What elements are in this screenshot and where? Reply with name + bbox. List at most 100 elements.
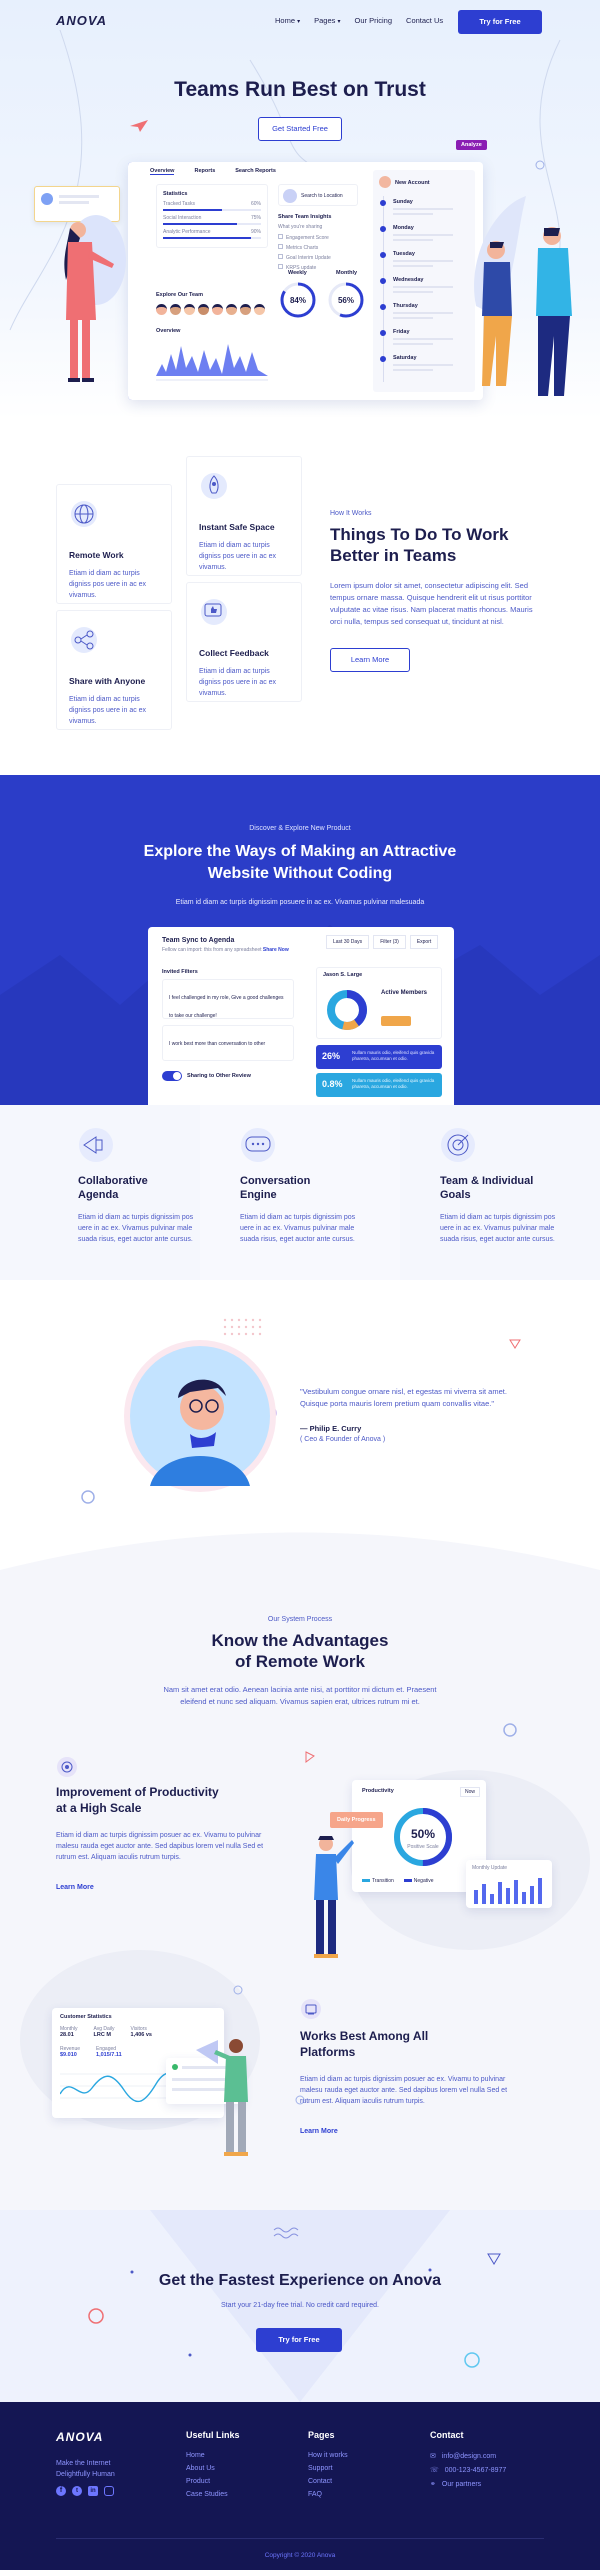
team-avatar[interactable] <box>184 304 195 315</box>
feature-title-line: Goals <box>440 1189 471 1201</box>
monthly-percent: 56% <box>338 296 354 305</box>
feature-text: Etiam id diam ac turpis dignissim pos ue… <box>78 1214 194 1243</box>
footer-logo[interactable]: ANOVA <box>56 2430 103 2444</box>
footer-tagline: Make the Internet Delightfully Human <box>56 2458 115 2480</box>
footer-phone[interactable]: ☏ 000-123-4567-8977 <box>430 2466 506 2474</box>
productivity-ring-chart: 50% Positive Scale <box>394 1808 452 1866</box>
feature-card-share: Share with Anyone Etiam id diam ac turpi… <box>56 610 172 730</box>
footer-email[interactable]: ✉ info@design.com <box>430 2452 506 2460</box>
analyze-badge: Analyze <box>456 140 487 150</box>
stat-card: 0.8% Nullam mauris odio, eleifend quis g… <box>316 1073 442 1097</box>
instagram-icon[interactable] <box>104 2486 114 2496</box>
testimonial-section: "Vestibulum congue ornare nisl, et egest… <box>0 1280 600 1530</box>
day-label: Friday <box>393 329 410 335</box>
paper-plane-icon <box>130 120 148 132</box>
tab-search-reports[interactable]: Search Reports <box>235 168 276 175</box>
stat-card: 26% Nullam mauris odio, eleifend quis gr… <box>316 1045 442 1069</box>
cta-try-free-button[interactable]: Try for Free <box>256 2328 342 2352</box>
placeholder-line <box>393 364 453 366</box>
footer-link-about[interactable]: About Us <box>186 2465 240 2472</box>
explore-title: Explore the Ways of Making an Attractive… <box>0 841 600 885</box>
share-item[interactable]: Metrics Charts <box>278 244 331 251</box>
placeholder-line <box>393 208 453 210</box>
members-cta-button[interactable] <box>381 1016 411 1026</box>
explore-title-line: Website Without Coding <box>207 865 393 882</box>
tab-reports[interactable]: Reports <box>194 168 215 175</box>
note-text: I feel challenged in my role, Give a goo… <box>169 995 284 1019</box>
search-location-widget[interactable]: Search to Location <box>278 184 358 206</box>
legend-item: Negative <box>403 1878 434 1884</box>
share-item[interactable]: Goal Interim Update <box>278 254 331 261</box>
team-avatar[interactable] <box>198 304 209 315</box>
export-button[interactable]: Export <box>409 935 439 949</box>
advantages-subtitle: Nam sit amet erat odio. Aenean lacinia a… <box>163 1685 437 1706</box>
feature-card-remote-work: Remote Work Etiam id diam ac turpis dign… <box>56 484 172 604</box>
footer-link-faq[interactable]: FAQ <box>308 2491 348 2498</box>
progress-fill <box>163 209 222 211</box>
mail-icon: ✉ <box>430 2453 436 2460</box>
footer-partners[interactable]: ⚭ Our partners <box>430 2480 506 2488</box>
footer-pages: Pages How it works Support Contact FAQ <box>308 2430 348 2504</box>
team-avatar[interactable] <box>226 304 237 315</box>
productivity-percent: 50% <box>411 1827 435 1841</box>
get-started-button[interactable]: Get Started Free <box>258 117 342 141</box>
productivity-icon <box>57 1757 77 1777</box>
note-card[interactable]: I work best more than conversation to ot… <box>162 1025 294 1061</box>
footer-column-title: Useful Links <box>186 2430 240 2440</box>
day-label: Monday <box>393 225 414 231</box>
progress-fill <box>163 223 237 225</box>
block1-title-line: Improvement of Productivity <box>56 1785 219 1799</box>
overview-label: Overview <box>156 328 181 334</box>
facebook-icon[interactable]: f <box>56 2486 66 2496</box>
new-account-label: New Account <box>395 180 430 186</box>
share-items-list: Engagement Score Metrics Charts Goal Inter… <box>278 234 331 274</box>
share-now-link[interactable]: Share Now <box>263 947 289 953</box>
app-sub-text: Fellow can import: this from any spreads… <box>162 947 262 953</box>
advantages-title-line: of Remote Work <box>234 1652 366 1671</box>
team-avatar[interactable] <box>254 304 265 315</box>
filter-button[interactable]: Filter (3) <box>373 935 406 949</box>
feature-text: Etiam id diam ac turpis dignissim pos ue… <box>440 1214 556 1243</box>
footer-column-title: Contact <box>430 2430 464 2440</box>
stat-value: 1,015/7.11 <box>96 2052 122 2058</box>
timeline-dot <box>380 304 386 310</box>
share-item[interactable]: Engagement Score <box>278 234 331 241</box>
footer-link-case-studies[interactable]: Case Studies <box>186 2491 240 2498</box>
note-card[interactable]: I feel challenged in my role, Give a goo… <box>162 979 294 1019</box>
feature-title: Collaborative Agenda <box>78 1174 200 1202</box>
stat-value: $9.010 <box>60 2052 77 2058</box>
avatar <box>379 176 391 188</box>
checkbox-icon <box>278 244 283 249</box>
checkbox-icon <box>278 264 283 269</box>
footer-link-product[interactable]: Product <box>186 2478 240 2485</box>
team-avatar[interactable] <box>170 304 181 315</box>
footer-link-how-it-works[interactable]: How it works <box>308 2452 348 2459</box>
footer-link-home[interactable]: Home <box>186 2452 240 2459</box>
sharing-toggle[interactable] <box>162 1071 182 1081</box>
footer-link-support[interactable]: Support <box>308 2465 348 2472</box>
productivity-period-select[interactable]: Now <box>460 1787 481 1797</box>
block1-learn-more-link[interactable]: Learn More <box>56 1884 94 1891</box>
feature-title-line: Conversation <box>240 1175 311 1187</box>
block2-learn-more-link[interactable]: Learn More <box>300 2128 338 2135</box>
share-insights-title: Share Team Insights <box>278 214 332 220</box>
tab-overview[interactable]: Overview <box>150 168 175 175</box>
team-avatar[interactable] <box>240 304 251 315</box>
placeholder-line <box>393 265 433 267</box>
weekly-monthly-rings: 84% 56% <box>280 282 364 318</box>
linkedin-icon[interactable]: in <box>88 2486 98 2496</box>
how-learn-more-button[interactable]: Learn More <box>330 648 410 672</box>
stat-value: 28.01 <box>60 2032 74 2038</box>
advantages-title-line: Know the Advantages <box>211 1631 389 1650</box>
placeholder-line <box>393 312 453 314</box>
team-avatar[interactable] <box>156 304 167 315</box>
block2-title: Works Best Among All Platforms <box>300 2028 428 2060</box>
team-avatar[interactable] <box>212 304 223 315</box>
stat-value: LRC M <box>93 2032 111 2038</box>
phone-icon: ☏ <box>430 2467 439 2474</box>
dashboard-tabs: Overview Reports Search Reports <box>150 168 276 175</box>
twitter-icon[interactable]: t <box>72 2486 82 2496</box>
footer-link-contact[interactable]: Contact <box>308 2478 348 2485</box>
filter-period-select[interactable]: Last 30 Days <box>326 935 370 949</box>
timeline-dot <box>380 200 386 206</box>
